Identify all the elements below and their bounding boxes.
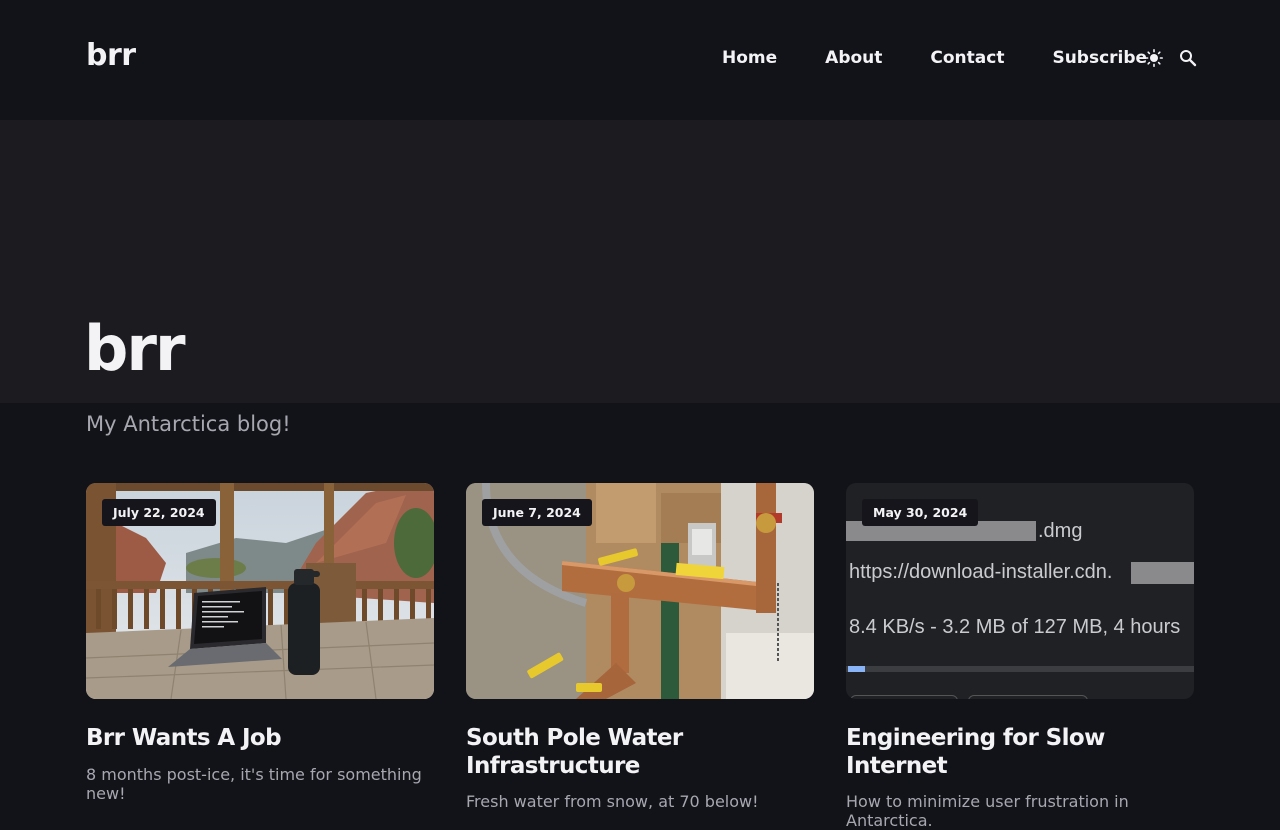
post-excerpt: Fresh water from snow, at 70 below! [466,792,759,812]
post-title[interactable]: Engineering for Slow Internet [846,725,1194,780]
post-excerpt: 8 months post-ice, it's time for somethi… [86,764,422,803]
post-image[interactable]: July 22, 2024 [86,483,434,699]
post-image[interactable]: .dmg https://download-installer.cdn. 8.4… [846,483,1194,699]
post-date: May 30, 2024 [862,499,979,526]
nav-home[interactable]: Home [722,48,777,68]
post-card[interactable]: July 22, 2024 Brr Wants A Job 8 months p… [86,483,434,830]
hero-title: brr [84,312,186,385]
post-title[interactable]: South Pole Water Infrastructure [466,725,814,780]
progress-track [846,666,1194,672]
redacted-block [1131,562,1194,584]
screenshot-button [968,695,1088,699]
screenshot-progress-text: 8.4 KB/s - 3.2 MB of 127 MB, 4 hours [849,616,1181,638]
sun-icon[interactable] [1144,46,1164,70]
site-logo[interactable]: brr [86,38,136,73]
post-title[interactable]: Brr Wants A Job [86,725,434,753]
nav-subscribe[interactable]: Subscribe [1052,48,1147,68]
hero-subtitle: My Antarctica blog! [86,412,291,436]
nav-about[interactable]: About [825,48,882,68]
header-actions [1144,46,1198,70]
post-card[interactable]: June 7, 2024 South Pole Water Infrastruc… [466,483,814,830]
screenshot-url: https://download-installer.cdn. [849,561,1113,583]
hero-section: brr My Antarctica blog! [0,120,1280,436]
post-date: July 22, 2024 [102,499,216,526]
site-header: brr Home About Contact Subscribe [0,0,1280,120]
post-feed: July 22, 2024 Brr Wants A Job 8 months p… [86,483,1194,830]
nav-contact[interactable]: Contact [930,48,1004,68]
main-nav: Home About Contact Subscribe [722,48,1147,68]
screenshot-button [850,695,958,699]
post-card[interactable]: .dmg https://download-installer.cdn. 8.4… [846,483,1194,830]
post-date: June 7, 2024 [482,499,592,526]
post-excerpt: How to minimize user frustration in Anta… [846,792,1129,830]
screenshot-filename: .dmg [1038,520,1083,542]
search-icon[interactable] [1178,46,1198,70]
progress-fill [848,666,865,672]
post-image[interactable]: June 7, 2024 [466,483,814,699]
